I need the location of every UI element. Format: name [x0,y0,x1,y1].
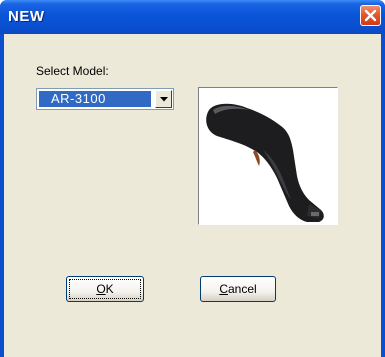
ok-label: OK [96,282,114,296]
dialog-window: NEW Select Model: AR-3100 OK Cancel [0,0,385,357]
scanner-preview [198,87,338,225]
window-title: NEW [8,8,45,25]
model-dropdown[interactable]: AR-3100 [36,88,174,110]
cancel-label: Cancel [219,282,257,296]
dropdown-arrow-button[interactable] [155,90,172,108]
barcode-scanner-image [206,103,324,222]
close-button[interactable] [360,5,381,26]
close-icon [364,9,377,22]
cancel-button[interactable]: Cancel [200,276,276,302]
select-model-label: Select Model: [36,64,109,78]
title-bar[interactable]: NEW [0,0,385,34]
chevron-down-icon [160,97,168,102]
ok-button[interactable]: OK [66,276,144,302]
selected-model-value[interactable]: AR-3100 [39,91,151,107]
